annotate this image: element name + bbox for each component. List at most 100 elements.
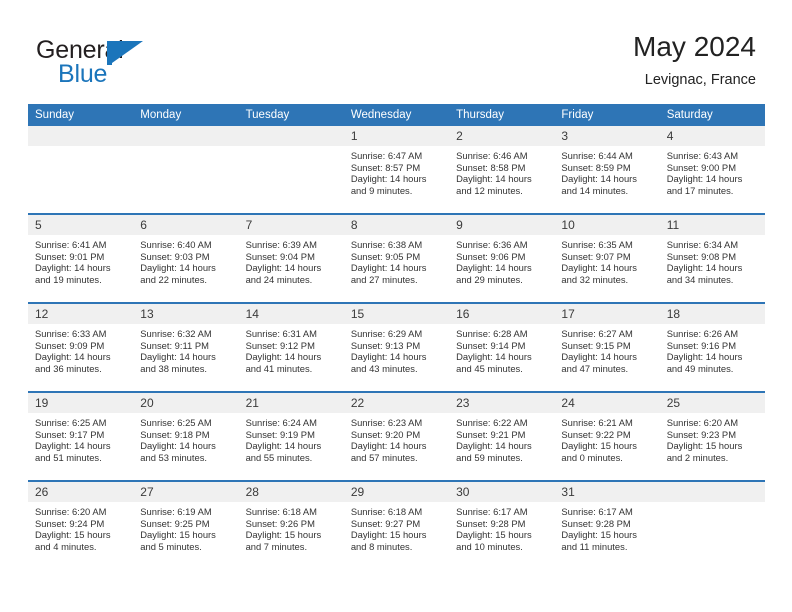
- brand-logo[interactable]: General Blue: [36, 36, 256, 92]
- sunset-text: Sunset: 9:21 PM: [456, 428, 526, 440]
- day-cell[interactable]: Sunrise: 6:18 AM Sunset: 9:27 PM Daylight:…: [343, 502, 450, 569]
- day-cell[interactable]: Sunrise: 6:25 AM Sunset: 9:17 PM Daylight:…: [28, 413, 134, 480]
- sunset-text: Sunset: 9:26 PM: [245, 517, 315, 529]
- sunset-text: Sunset: 9:27 PM: [350, 517, 421, 529]
- sunset-text: Sunset: 9:20 PM: [350, 428, 421, 440]
- day-cell[interactable]: Sunrise: 6:27 AM Sunset: 9:15 PM Daylight:…: [554, 324, 660, 391]
- day-number[interactable]: 2: [449, 126, 555, 146]
- sunrise-text: Sunrise: 6:22 AM: [456, 417, 528, 428]
- sunrise-text: Sunrise: 6:19 AM: [140, 506, 212, 517]
- day-number[interactable]: 17: [554, 304, 660, 324]
- day-number[interactable]: 13: [133, 304, 239, 324]
- day-number[interactable]: 1: [343, 126, 450, 146]
- day-cell[interactable]: Sunrise: 6:17 AM Sunset: 9:28 PM Daylight:…: [449, 502, 555, 569]
- daylight-text-line1: Daylight: 14 hours: [456, 440, 532, 452]
- day-cell[interactable]: Sunrise: 6:35 AM Sunset: 9:07 PM Daylight:…: [554, 235, 660, 302]
- day-number[interactable]: 4: [659, 126, 765, 146]
- day-number[interactable]: 10: [554, 215, 660, 235]
- day-number-empty: [133, 126, 239, 146]
- page-title: May 2024: [633, 31, 756, 62]
- day-number[interactable]: 3: [554, 126, 660, 146]
- day-cell[interactable]: Sunrise: 6:40 AM Sunset: 9:03 PM Daylight:…: [133, 235, 239, 302]
- day-cell[interactable]: Sunrise: 6:26 AM Sunset: 9:16 PM Daylight:…: [659, 324, 765, 391]
- day-cell[interactable]: Sunrise: 6:25 AM Sunset: 9:18 PM Daylight:…: [133, 413, 239, 480]
- daylight-text-line1: Daylight: 14 hours: [561, 351, 637, 363]
- sunrise-text: Sunrise: 6:35 AM: [561, 239, 633, 250]
- sunset-text: Sunset: 9:28 PM: [456, 517, 526, 529]
- day-cell[interactable]: Sunrise: 6:20 AM Sunset: 9:23 PM Daylight:…: [659, 413, 765, 480]
- day-cell[interactable]: Sunrise: 6:20 AM Sunset: 9:24 PM Daylight:…: [28, 502, 134, 569]
- day-number[interactable]: 15: [343, 304, 450, 324]
- day-cell[interactable]: Sunrise: 6:33 AM Sunset: 9:09 PM Daylight:…: [28, 324, 134, 391]
- day-number-empty: [659, 482, 765, 502]
- week-daynumber-row: 5 6 7 8 9 10 11: [28, 215, 765, 235]
- day-number[interactable]: 14: [238, 304, 344, 324]
- sunset-text: Sunset: 9:09 PM: [35, 339, 105, 351]
- sunrise-text: Sunrise: 6:17 AM: [561, 506, 633, 517]
- day-number[interactable]: 24: [554, 393, 660, 413]
- day-number[interactable]: 23: [449, 393, 555, 413]
- sunrise-text: Sunrise: 6:23 AM: [350, 417, 423, 428]
- sunrise-text: Sunrise: 6:31 AM: [245, 328, 317, 339]
- day-number[interactable]: 30: [449, 482, 555, 502]
- sunset-text: Sunset: 9:17 PM: [35, 428, 105, 440]
- daylight-text-line1: Daylight: 14 hours: [350, 262, 427, 274]
- day-number[interactable]: 31: [554, 482, 660, 502]
- day-cell[interactable]: Sunrise: 6:31 AM Sunset: 9:12 PM Daylight:…: [238, 324, 344, 391]
- day-cell[interactable]: Sunrise: 6:28 AM Sunset: 9:14 PM Daylight:…: [449, 324, 555, 391]
- day-number[interactable]: 6: [133, 215, 239, 235]
- day-number[interactable]: 8: [343, 215, 450, 235]
- day-cell[interactable]: Sunrise: 6:38 AM Sunset: 9:05 PM Daylight:…: [343, 235, 450, 302]
- weekday-header-friday: Friday: [554, 104, 660, 126]
- sunset-text: Sunset: 9:00 PM: [666, 161, 736, 173]
- flag-triangle-icon: [107, 41, 143, 65]
- day-cell[interactable]: Sunrise: 6:21 AM Sunset: 9:22 PM Daylight:…: [554, 413, 660, 480]
- day-number[interactable]: 29: [343, 482, 450, 502]
- day-number[interactable]: 27: [133, 482, 239, 502]
- day-number[interactable]: 9: [449, 215, 555, 235]
- day-cell[interactable]: Sunrise: 6:43 AM Sunset: 9:00 PM Daylight:…: [659, 146, 765, 213]
- daylight-text-line1: Daylight: 14 hours: [245, 440, 322, 452]
- day-number[interactable]: 7: [238, 215, 344, 235]
- day-number[interactable]: 22: [343, 393, 450, 413]
- day-cell[interactable]: Sunrise: 6:18 AM Sunset: 9:26 PM Daylight:…: [238, 502, 344, 569]
- day-cell[interactable]: Sunrise: 6:34 AM Sunset: 9:08 PM Daylight:…: [659, 235, 765, 302]
- sunrise-text: Sunrise: 6:24 AM: [245, 417, 317, 428]
- day-number[interactable]: 21: [238, 393, 344, 413]
- day-number[interactable]: 25: [659, 393, 765, 413]
- daylight-text-line2: and 41 minutes.: [245, 362, 313, 374]
- day-cell[interactable]: Sunrise: 6:17 AM Sunset: 9:28 PM Daylight:…: [554, 502, 660, 569]
- weekday-header-wednesday: Wednesday: [343, 104, 450, 126]
- sunset-text: Sunset: 9:14 PM: [456, 339, 526, 351]
- daylight-text-line1: Daylight: 14 hours: [245, 262, 322, 274]
- day-number[interactable]: 11: [659, 215, 765, 235]
- day-number[interactable]: 20: [133, 393, 239, 413]
- day-number[interactable]: 18: [659, 304, 765, 324]
- day-cell[interactable]: Sunrise: 6:44 AM Sunset: 8:59 PM Daylight:…: [554, 146, 660, 213]
- daylight-text-line1: Daylight: 15 hours: [35, 529, 111, 541]
- daylight-text-line1: Daylight: 14 hours: [456, 173, 532, 185]
- week-detail-row: Sunrise: 6:41 AM Sunset: 9:01 PM Daylight:…: [28, 235, 765, 302]
- sunrise-text: Sunrise: 6:27 AM: [561, 328, 633, 339]
- day-cell[interactable]: Sunrise: 6:29 AM Sunset: 9:13 PM Daylight:…: [343, 324, 450, 391]
- day-number[interactable]: 28: [238, 482, 344, 502]
- day-cell[interactable]: Sunrise: 6:22 AM Sunset: 9:21 PM Daylight:…: [449, 413, 555, 480]
- weekday-header-thursday: Thursday: [449, 104, 555, 126]
- day-number[interactable]: 12: [28, 304, 134, 324]
- day-number[interactable]: 19: [28, 393, 134, 413]
- day-cell[interactable]: Sunrise: 6:39 AM Sunset: 9:04 PM Daylight:…: [238, 235, 344, 302]
- day-cell[interactable]: Sunrise: 6:32 AM Sunset: 9:11 PM Daylight:…: [133, 324, 239, 391]
- day-cell[interactable]: Sunrise: 6:24 AM Sunset: 9:19 PM Daylight:…: [238, 413, 344, 480]
- sunrise-text: Sunrise: 6:47 AM: [350, 150, 423, 161]
- day-number[interactable]: 5: [28, 215, 134, 235]
- day-cell[interactable]: Sunrise: 6:19 AM Sunset: 9:25 PM Daylight:…: [133, 502, 239, 569]
- day-cell[interactable]: Sunrise: 6:41 AM Sunset: 9:01 PM Daylight:…: [28, 235, 134, 302]
- day-number[interactable]: 16: [449, 304, 555, 324]
- day-cell[interactable]: Sunrise: 6:47 AM Sunset: 8:57 PM Daylight:…: [343, 146, 450, 213]
- day-cell[interactable]: Sunrise: 6:46 AM Sunset: 8:58 PM Daylight:…: [449, 146, 555, 213]
- day-number[interactable]: 26: [28, 482, 134, 502]
- day-cell[interactable]: Sunrise: 6:23 AM Sunset: 9:20 PM Daylight:…: [343, 413, 450, 480]
- daylight-text-line2: and 49 minutes.: [666, 362, 734, 374]
- daylight-text-line1: Daylight: 14 hours: [456, 351, 532, 363]
- day-cell[interactable]: Sunrise: 6:36 AM Sunset: 9:06 PM Daylight:…: [449, 235, 555, 302]
